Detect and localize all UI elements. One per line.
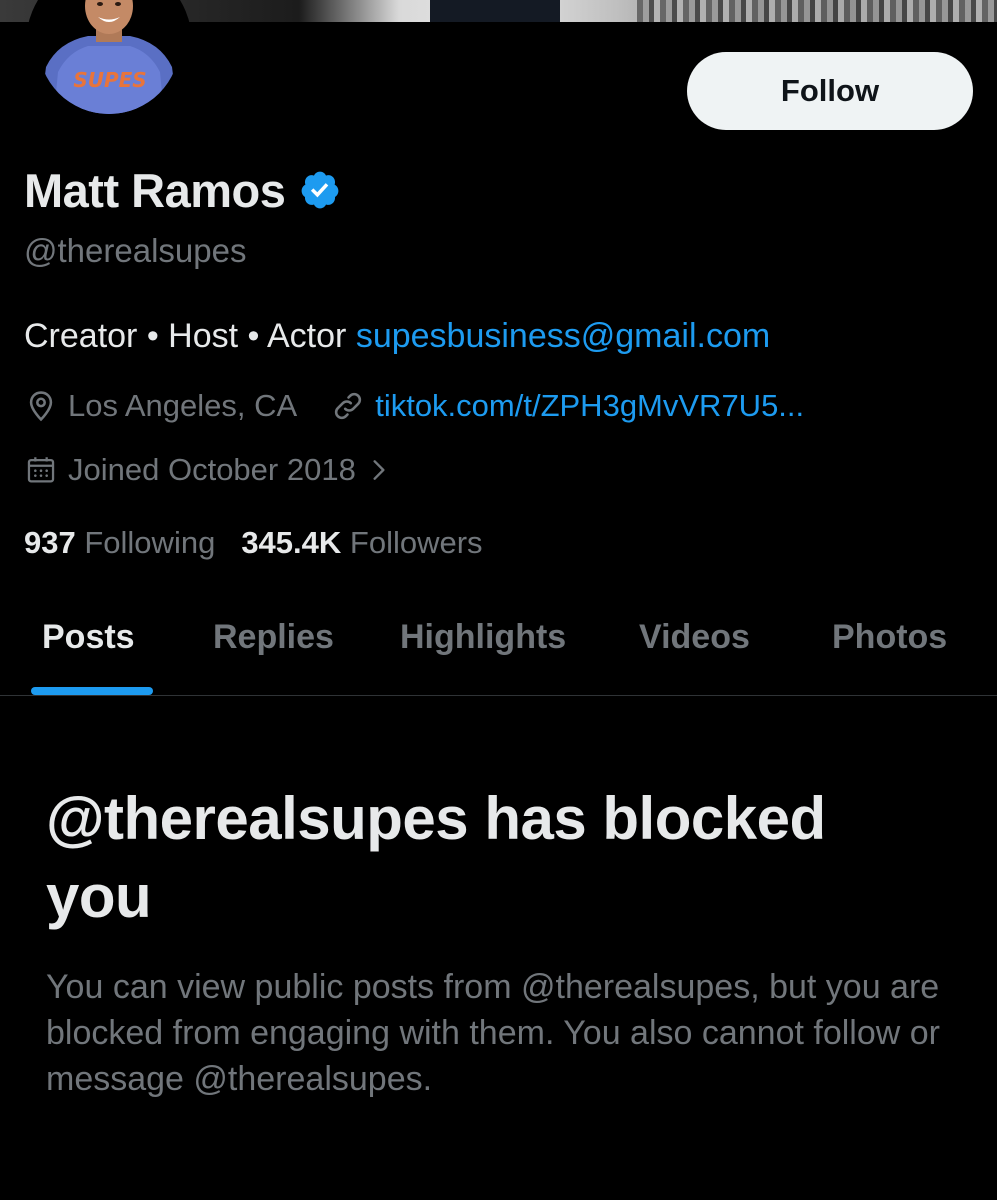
profile-handle: @therealsupes <box>24 232 247 269</box>
tab-videos[interactable]: Videos <box>639 618 750 657</box>
profile-meta-row: Los Angeles, CA tiktok.com/t/ZPH3gMvVR7U… <box>24 388 804 424</box>
tab-replies[interactable]: Replies <box>213 618 334 657</box>
bio-text: Creator • Host • Actor <box>24 317 356 355</box>
link-icon <box>335 392 362 420</box>
active-tab-indicator <box>31 687 153 695</box>
followers-stat[interactable]: 345.4K Followers <box>241 525 482 561</box>
website-link[interactable]: tiktok.com/t/ZPH3gMvVR7U5... <box>375 388 804 424</box>
bio-email-link[interactable]: supesbusiness@gmail.com <box>356 317 770 355</box>
follow-button[interactable]: Follow <box>687 52 973 130</box>
location-item: Los Angeles, CA <box>24 388 297 424</box>
banner-figure <box>430 0 560 22</box>
profile-bio: Creator • Host • Actor supesbusiness@gma… <box>24 317 770 356</box>
followers-count: 345.4K <box>241 525 342 560</box>
chevron-right-icon <box>373 460 385 480</box>
follow-stats: 937 Following 345.4K Followers <box>24 525 509 561</box>
avatar-shirt-text: SUPES <box>73 68 146 92</box>
banner-crowd <box>637 0 997 22</box>
calendar-icon <box>27 457 55 483</box>
followers-label: Followers <box>349 525 483 560</box>
location-pin-icon <box>29 391 53 422</box>
location-text: Los Angeles, CA <box>68 388 298 423</box>
display-name: Matt Ramos <box>24 163 286 217</box>
blocked-title: @therealsupes has blocked you <box>46 785 826 930</box>
following-stat[interactable]: 937 Following <box>24 525 215 561</box>
profile-tabs: Posts Replies Highlights Videos Photos <box>0 600 997 696</box>
blocked-description: You can view public posts from @thereals… <box>46 968 940 1098</box>
tab-highlights[interactable]: Highlights <box>400 618 566 657</box>
tab-photos[interactable]: Photos <box>832 618 947 657</box>
website-item[interactable]: tiktok.com/t/ZPH3gMvVR7U5... <box>331 388 804 424</box>
joined-row[interactable]: Joined October 2018 <box>24 452 392 488</box>
tab-posts[interactable]: Posts <box>42 618 135 657</box>
verified-badge-icon[interactable] <box>299 169 341 211</box>
following-count: 937 <box>24 525 76 560</box>
following-label: Following <box>84 525 216 560</box>
profile-name-row: Matt Ramos <box>24 160 341 220</box>
joined-text: Joined October 2018 <box>68 452 356 487</box>
